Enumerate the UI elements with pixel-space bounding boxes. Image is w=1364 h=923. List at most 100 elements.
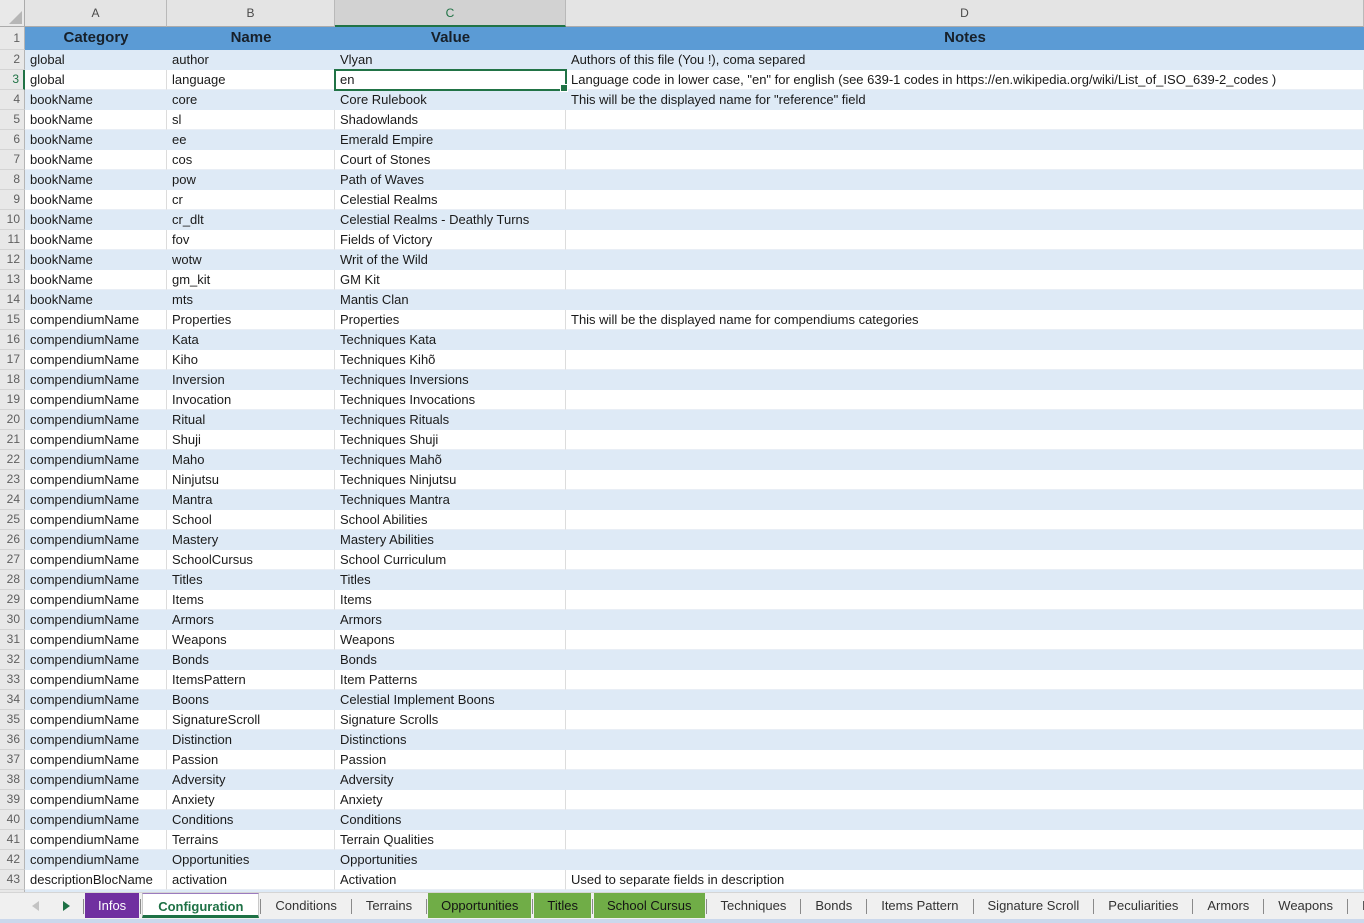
sheet-tab-titles[interactable]: Titles <box>534 893 591 918</box>
row-header-6[interactable]: 6 <box>0 130 25 150</box>
row-header-32[interactable]: 32 <box>0 650 25 670</box>
cell-D33[interactable] <box>566 670 1364 690</box>
cell-D42[interactable] <box>566 850 1364 870</box>
cell-D34[interactable] <box>566 690 1364 710</box>
cell-A14[interactable]: bookName <box>25 290 167 310</box>
row-header-22[interactable]: 22 <box>0 450 25 470</box>
cell-C4[interactable]: Core Rulebook <box>335 90 566 110</box>
cell-B35[interactable]: SignatureScroll <box>167 710 335 730</box>
cell-A8[interactable]: bookName <box>25 170 167 190</box>
cell-C22[interactable]: Techniques Mahõ <box>335 450 566 470</box>
cell-D28[interactable] <box>566 570 1364 590</box>
row-header-40[interactable]: 40 <box>0 810 25 830</box>
cell-D13[interactable] <box>566 270 1364 290</box>
cell-A32[interactable]: compendiumName <box>25 650 167 670</box>
cell-D31[interactable] <box>566 630 1364 650</box>
header-cell-B1[interactable]: Name <box>167 27 335 50</box>
cell-C15[interactable]: Properties <box>335 310 566 330</box>
cell-B21[interactable]: Shuji <box>167 430 335 450</box>
row-header-23[interactable]: 23 <box>0 470 25 490</box>
cell-C11[interactable]: Fields of Victory <box>335 230 566 250</box>
cell-D36[interactable] <box>566 730 1364 750</box>
cell-B28[interactable]: Titles <box>167 570 335 590</box>
cell-B38[interactable]: Adversity <box>167 770 335 790</box>
cell-A11[interactable]: bookName <box>25 230 167 250</box>
cell-A43[interactable]: descriptionBlocName <box>25 870 167 890</box>
cell-D43[interactable]: Used to separate fields in description <box>566 870 1364 890</box>
row-header-29[interactable]: 29 <box>0 590 25 610</box>
cell-A36[interactable]: compendiumName <box>25 730 167 750</box>
cell-C27[interactable]: School Curriculum <box>335 550 566 570</box>
cell-A17[interactable]: compendiumName <box>25 350 167 370</box>
cell-A34[interactable]: compendiumName <box>25 690 167 710</box>
sheet-tab-conditions[interactable]: Conditions <box>262 893 349 918</box>
row-header-18[interactable]: 18 <box>0 370 25 390</box>
cell-B4[interactable]: core <box>167 90 335 110</box>
row-header-20[interactable]: 20 <box>0 410 25 430</box>
cell-D11[interactable] <box>566 230 1364 250</box>
row-header-38[interactable]: 38 <box>0 770 25 790</box>
sheet-tab-items[interactable]: Items <box>1349 893 1364 918</box>
cell-D21[interactable] <box>566 430 1364 450</box>
cell-A41[interactable]: compendiumName <box>25 830 167 850</box>
sheet-tab-school-cursus[interactable]: School Cursus <box>594 893 705 918</box>
cell-C2[interactable]: Vlyan <box>335 50 566 70</box>
cell-B34[interactable]: Boons <box>167 690 335 710</box>
row-header-5[interactable]: 5 <box>0 110 25 130</box>
cell-A28[interactable]: compendiumName <box>25 570 167 590</box>
cell-A25[interactable]: compendiumName <box>25 510 167 530</box>
row-header-33[interactable]: 33 <box>0 670 25 690</box>
cell-B25[interactable]: School <box>167 510 335 530</box>
cell-A23[interactable]: compendiumName <box>25 470 167 490</box>
cell-A35[interactable]: compendiumName <box>25 710 167 730</box>
cell-D24[interactable] <box>566 490 1364 510</box>
cell-A20[interactable]: compendiumName <box>25 410 167 430</box>
row-header-11[interactable]: 11 <box>0 230 25 250</box>
cell-B24[interactable]: Mantra <box>167 490 335 510</box>
cell-B20[interactable]: Ritual <box>167 410 335 430</box>
cell-A29[interactable]: compendiumName <box>25 590 167 610</box>
row-header-39[interactable]: 39 <box>0 790 25 810</box>
cell-B7[interactable]: cos <box>167 150 335 170</box>
cell-D25[interactable] <box>566 510 1364 530</box>
cell-A40[interactable]: compendiumName <box>25 810 167 830</box>
cell-D19[interactable] <box>566 390 1364 410</box>
row-header-7[interactable]: 7 <box>0 150 25 170</box>
cell-D18[interactable] <box>566 370 1364 390</box>
cell-B11[interactable]: fov <box>167 230 335 250</box>
cell-C24[interactable]: Techniques Mantra <box>335 490 566 510</box>
cell-B18[interactable]: Inversion <box>167 370 335 390</box>
cell-B27[interactable]: SchoolCursus <box>167 550 335 570</box>
cell-A38[interactable]: compendiumName <box>25 770 167 790</box>
sheet-tab-weapons[interactable]: Weapons <box>1265 893 1346 918</box>
cell-B12[interactable]: wotw <box>167 250 335 270</box>
cell-A31[interactable]: compendiumName <box>25 630 167 650</box>
cell-B30[interactable]: Armors <box>167 610 335 630</box>
cell-A10[interactable]: bookName <box>25 210 167 230</box>
cell-B33[interactable]: ItemsPattern <box>167 670 335 690</box>
cell-D23[interactable] <box>566 470 1364 490</box>
cell-B2[interactable]: author <box>167 50 335 70</box>
cell-C18[interactable]: Techniques Inversions <box>335 370 566 390</box>
cell-B10[interactable]: cr_dlt <box>167 210 335 230</box>
cell-B16[interactable]: Kata <box>167 330 335 350</box>
row-header-21[interactable]: 21 <box>0 430 25 450</box>
column-header-A[interactable]: A <box>25 0 167 27</box>
cell-C29[interactable]: Items <box>335 590 566 610</box>
cell-A19[interactable]: compendiumName <box>25 390 167 410</box>
tab-scroll-left-icon[interactable] <box>32 901 39 911</box>
row-header-37[interactable]: 37 <box>0 750 25 770</box>
row-header-42[interactable]: 42 <box>0 850 25 870</box>
cell-C14[interactable]: Mantis Clan <box>335 290 566 310</box>
cell-B23[interactable]: Ninjutsu <box>167 470 335 490</box>
cell-A15[interactable]: compendiumName <box>25 310 167 330</box>
cell-A30[interactable]: compendiumName <box>25 610 167 630</box>
cell-C37[interactable]: Passion <box>335 750 566 770</box>
cell-D12[interactable] <box>566 250 1364 270</box>
row-header-24[interactable]: 24 <box>0 490 25 510</box>
cell-C35[interactable]: Signature Scrolls <box>335 710 566 730</box>
header-cell-D1[interactable]: Notes <box>566 27 1364 50</box>
cell-B15[interactable]: Properties <box>167 310 335 330</box>
cell-C43[interactable]: Activation <box>335 870 566 890</box>
cell-B40[interactable]: Conditions <box>167 810 335 830</box>
